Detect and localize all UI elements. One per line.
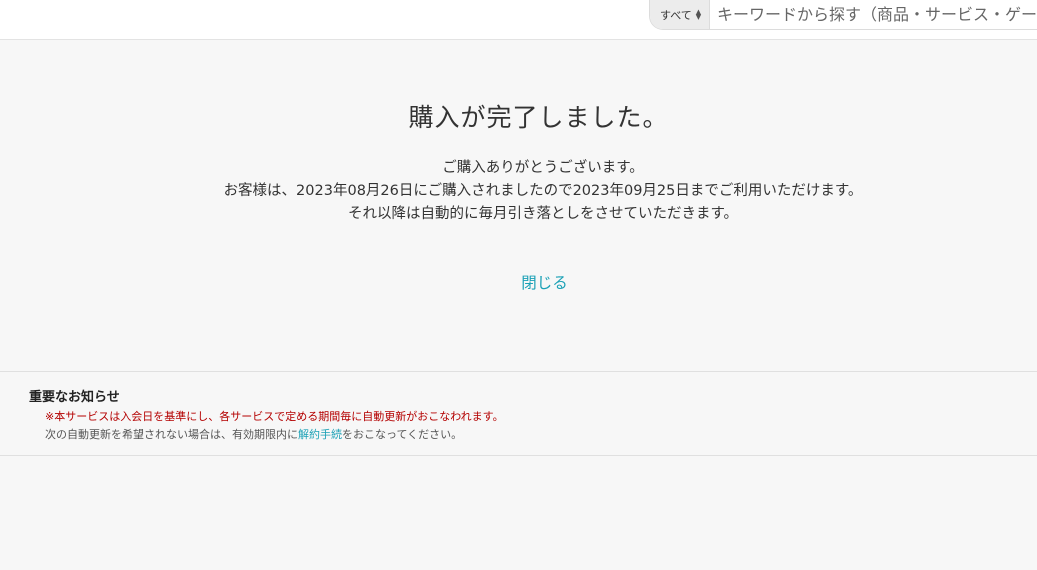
- notice-text-before: 次の自動更新を希望されない場合は、有効期限内に: [45, 428, 298, 441]
- search-input[interactable]: [710, 1, 1037, 28]
- message-line: それ以降は自動的に毎月引き落としをさせていただきます。: [347, 206, 739, 222]
- category-select[interactable]: すべて ▲ ▼: [650, 0, 710, 29]
- purchase-message: ご購入ありがとうございます。 お客様は、2023年08月26日にご購入されました…: [0, 157, 1037, 226]
- important-notice: 重要なお知らせ ※本サービスは入会日を基準にし、各サービスで定める期間毎に自動更…: [0, 371, 1037, 456]
- header: すべて ▲ ▼: [0, 0, 1037, 40]
- notice-text: 次の自動更新を希望されない場合は、有効期限内に解約手続をおこなってください。: [45, 426, 462, 442]
- notice-title: 重要なお知らせ: [29, 390, 120, 405]
- cancel-procedure-link[interactable]: 解約手続: [298, 428, 342, 441]
- notice-text-after: をおこなってください。: [342, 428, 463, 441]
- notice-warning: ※本サービスは入会日を基準にし、各サービスで定める期間毎に自動更新がおこなわれま…: [45, 410, 504, 423]
- select-arrows-icon: ▲ ▼: [695, 7, 702, 21]
- message-line: お客様は、2023年08月26日にご購入されましたので2023年09月25日まで…: [223, 183, 863, 199]
- message-line: ご購入ありがとうございます。: [442, 160, 644, 176]
- search-bar: すべて ▲ ▼: [649, 0, 1037, 30]
- close-link[interactable]: 閉じる: [0, 271, 1037, 293]
- page-title: 購入が完了しました。: [408, 103, 669, 132]
- category-select-label: すべて: [660, 8, 692, 22]
